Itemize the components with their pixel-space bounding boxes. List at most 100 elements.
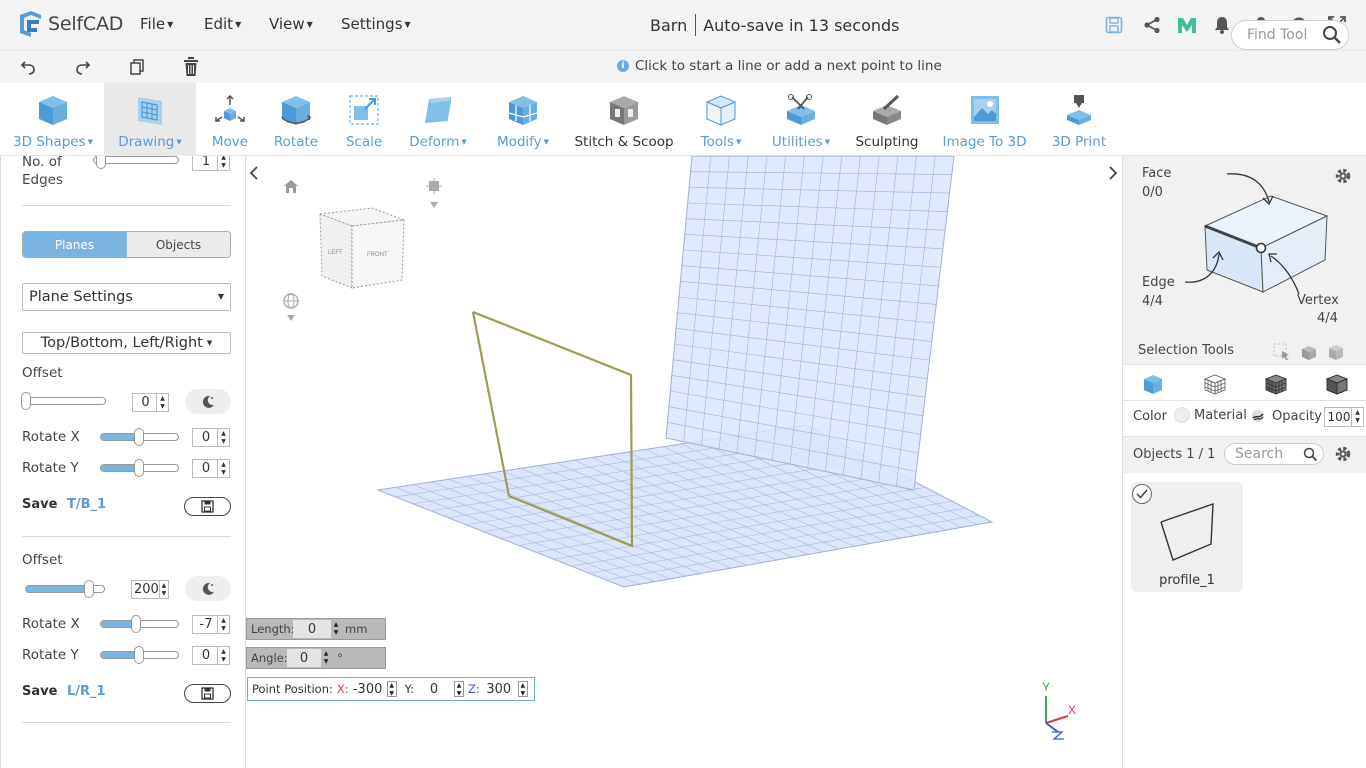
edge-mode-icon[interactable] [1264, 373, 1288, 399]
tb-offset-value[interactable]: 0 [133, 395, 156, 410]
cube-face-front[interactable]: FRONT [367, 252, 388, 258]
selfcad-logo[interactable]: SelfCAD [17, 10, 123, 38]
menu-edit[interactable]: Edit ▼ [204, 15, 241, 33]
stepper-arrows-icon[interactable]: ▲ ▼ [454, 681, 464, 697]
share-icon[interactable] [1141, 14, 1163, 36]
stepper-arrows-icon[interactable]: ▲ ▼ [1351, 408, 1363, 426]
object-card[interactable]: profile_1 [1131, 482, 1243, 592]
tab-planes[interactable]: Planes [23, 232, 127, 257]
tool-3d-print[interactable]: 3D Print [1046, 83, 1112, 156]
tb-rotate-y-value[interactable]: 0 [193, 461, 217, 476]
stepper-arrows-icon[interactable]: ▲ ▼ [156, 394, 168, 411]
slider-knob[interactable] [84, 580, 94, 598]
stepper-arrows-icon[interactable]: ▲ ▼ [217, 429, 229, 446]
slider-knob[interactable] [131, 615, 141, 633]
tool-3d-shapes[interactable]: 3D Shapes ▼ [13, 83, 93, 156]
stepper-arrows-icon[interactable]: ▲ ▼ [321, 650, 331, 666]
tb-offset-stepper[interactable]: 0 ▲ ▼ [132, 393, 169, 412]
lr-rotate-y-value[interactable]: 0 [193, 648, 217, 663]
select-all-icon[interactable] [1327, 343, 1345, 365]
menu-file[interactable]: File ▼ [140, 15, 173, 33]
tool-drawing[interactable]: Drawing ▼ [104, 83, 196, 156]
select-cursor-icon[interactable] [1273, 343, 1291, 365]
lr-offset-slider[interactable] [25, 580, 105, 598]
edge-label[interactable]: Edge [1142, 275, 1175, 290]
collapse-right-panel-icon[interactable] [1107, 165, 1119, 185]
plane-pair-dropdown[interactable]: Top/Bottom, Left/Right ▼ [22, 332, 231, 354]
tb-save-name[interactable]: T/B_1 [67, 497, 106, 512]
lr-rotate-y-slider[interactable] [100, 646, 179, 664]
tool-deform[interactable]: Deform ▼ [398, 83, 478, 156]
cube-face-left[interactable]: LEFT [328, 250, 343, 256]
z-input[interactable]: 300 [480, 680, 518, 698]
tool-tools[interactable]: Tools ▼ [693, 83, 749, 156]
home-view-icon[interactable] [283, 178, 299, 198]
edges-slider[interactable] [93, 156, 179, 169]
stepper-arrows-icon[interactable]: ▲ ▼ [386, 681, 397, 697]
object-selected-check-icon[interactable] [1132, 484, 1152, 504]
angle-input[interactable]: 0 [287, 649, 321, 667]
stepper-arrows-icon[interactable]: ▲ ▼ [158, 581, 168, 598]
plane-settings-dropdown[interactable]: Plane Settings ▼ [22, 283, 231, 311]
x-input[interactable]: -300 [349, 680, 387, 698]
tool-sculpting[interactable]: Sculpting [848, 83, 926, 156]
tb-rotate-y-slider[interactable] [100, 459, 179, 477]
face-label[interactable]: Face [1142, 166, 1171, 181]
slider-knob[interactable] [134, 428, 144, 446]
tool-rotate[interactable]: Rotate [262, 83, 330, 156]
tb-offset-slider[interactable] [21, 392, 106, 410]
material-icon[interactable] [1251, 409, 1265, 427]
tool-stitch-scoop[interactable]: Stitch & Scoop [569, 83, 679, 156]
y-input[interactable]: 0 [414, 680, 454, 698]
lr-snap-button[interactable] [185, 576, 231, 601]
search-icon[interactable] [1303, 447, 1318, 462]
lr-offset-value[interactable]: 200 [132, 582, 159, 597]
copy-icon[interactable] [127, 57, 147, 77]
myminifactory-icon[interactable] [1176, 14, 1198, 36]
lr-rotate-y-stepper[interactable]: 0 ▲ ▼ [192, 646, 230, 665]
vertex-mode-icon[interactable] [1325, 373, 1349, 399]
projection-toggle-icon[interactable] [426, 178, 442, 216]
stepper-arrows-icon[interactable]: ▲ ▼ [217, 460, 229, 477]
stepper-arrows-icon[interactable]: ▲ ▼ [217, 616, 229, 633]
objects-search-input[interactable]: Search [1224, 443, 1324, 465]
tb-save-button[interactable] [184, 497, 231, 516]
lr-offset-stepper[interactable]: 200 ▲ ▼ [131, 580, 169, 599]
object-name[interactable]: profile_1 [1131, 573, 1243, 588]
edges-stepper[interactable]: 1 ▲ ▼ [192, 156, 230, 171]
face-mode-icon[interactable] [1203, 373, 1227, 399]
world-view-icon[interactable] [282, 293, 300, 329]
lr-rotate-x-slider[interactable] [100, 615, 179, 633]
tb-snap-button[interactable] [185, 389, 231, 414]
slider-knob[interactable] [96, 156, 106, 169]
opacity-value[interactable]: 100 [1325, 410, 1351, 424]
tb-rotate-y-stepper[interactable]: 0 ▲ ▼ [192, 459, 230, 478]
stepper-arrows-icon[interactable]: ▲ ▼ [217, 647, 229, 664]
slider-knob[interactable] [134, 646, 144, 664]
3d-viewport[interactable]: Y X LEFT FRONT Length: 0 ▲ ▼ mm Angle: 0… [246, 156, 1122, 768]
slider-knob[interactable] [21, 392, 31, 410]
tb-rotate-x-stepper[interactable]: 0 ▲ ▼ [192, 428, 230, 447]
view-cube[interactable]: LEFT FRONT [312, 202, 412, 306]
select-similar-icon[interactable] [1300, 343, 1318, 365]
stepper-arrows-icon[interactable]: ▲ ▼ [517, 681, 528, 697]
save-icon[interactable] [1103, 14, 1125, 36]
lr-rotate-x-stepper[interactable]: -7 ▲ ▼ [192, 615, 230, 634]
tool-scale[interactable]: Scale [330, 83, 398, 156]
lr-save-name[interactable]: L/R_1 [67, 684, 106, 699]
stepper-arrows-icon[interactable]: ▲ ▼ [331, 621, 341, 637]
object-mode-icon[interactable] [1142, 373, 1164, 399]
tb-rotate-x-value[interactable]: 0 [193, 430, 217, 445]
slider-knob[interactable] [134, 459, 144, 477]
menu-view[interactable]: View ▼ [269, 15, 313, 33]
stepper-arrows-icon[interactable]: ▲ ▼ [217, 156, 229, 170]
find-tool-search[interactable]: Find Tool [1231, 20, 1349, 50]
tool-move[interactable]: Move [198, 83, 262, 156]
menu-settings[interactable]: Settings ▼ [341, 15, 411, 33]
collapse-left-panel-icon[interactable] [248, 165, 260, 185]
opacity-stepper[interactable]: 100 ▲ ▼ [1324, 407, 1364, 427]
search-icon[interactable] [1321, 24, 1343, 46]
tb-rotate-x-slider[interactable] [100, 428, 179, 446]
bell-icon[interactable] [1211, 14, 1233, 36]
tab-objects[interactable]: Objects [127, 232, 230, 257]
